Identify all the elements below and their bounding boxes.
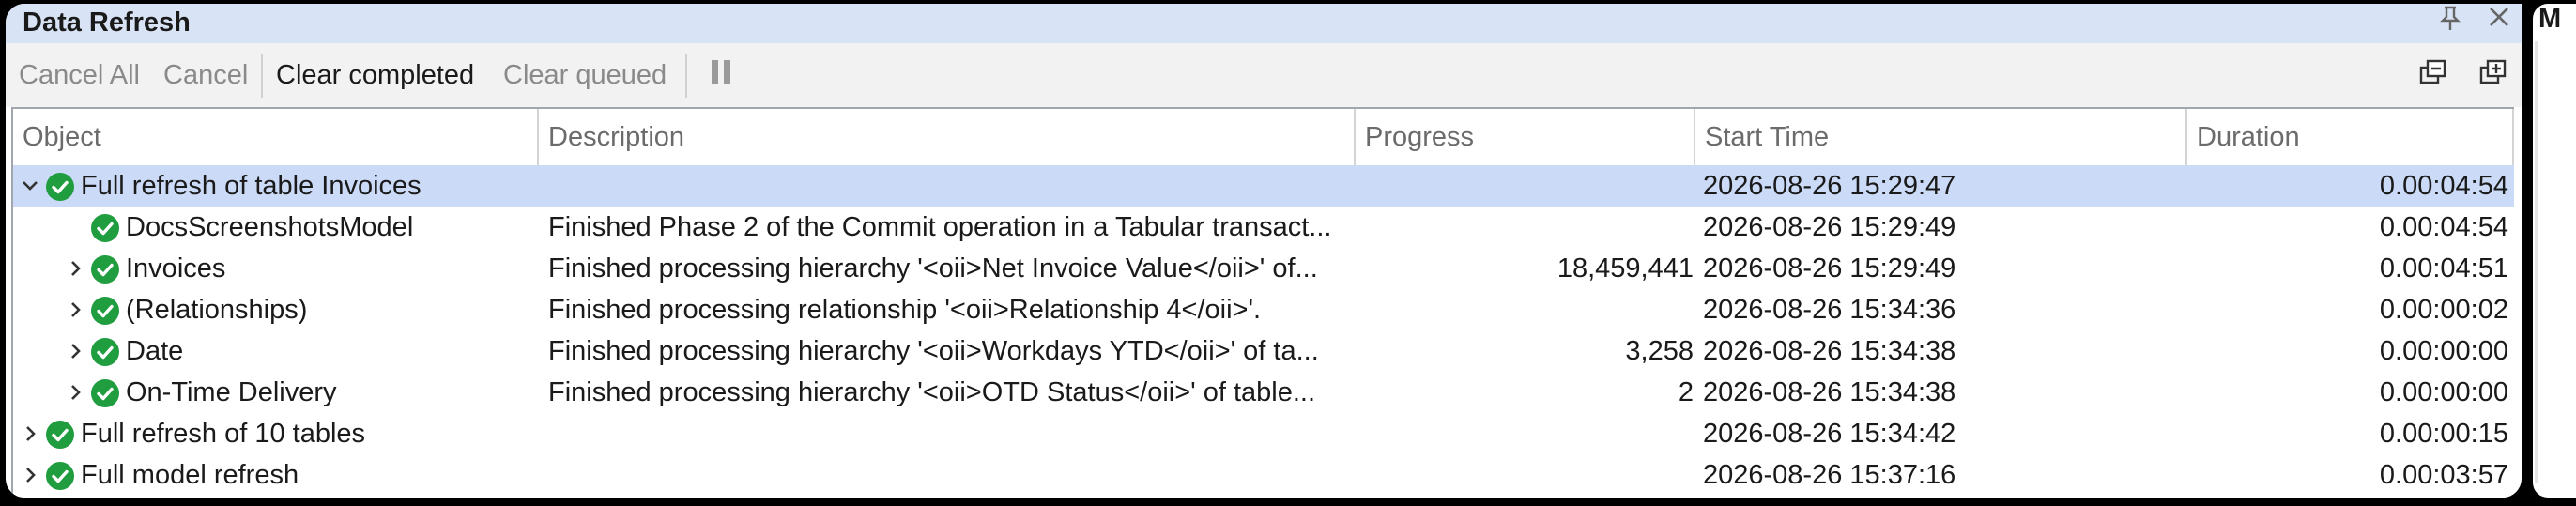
- cell-object: DocsScreenshotsModel: [126, 212, 414, 242]
- chevron-right-icon[interactable]: [64, 330, 86, 372]
- check-circle-icon: [90, 296, 120, 326]
- table-row[interactable]: Full model refresh 2026-08-26 15:37:16 0.0…: [13, 454, 2514, 496]
- refresh-grid: Object Description Progress Start Time D…: [11, 107, 2514, 498]
- check-circle-icon: [90, 337, 120, 367]
- cell-start-time: 2026-08-26 15:34:38: [1703, 336, 1956, 366]
- cell-description: Finished Phase 2 of the Commit operation…: [548, 212, 1332, 242]
- cell-object: Date: [126, 336, 184, 366]
- cell-description: Finished processing hierarchy '<oii>Net …: [548, 253, 1318, 284]
- cell-progress: [1365, 454, 1694, 496]
- chevron-right-icon[interactable]: [64, 248, 86, 289]
- table-row[interactable]: Date Finished processing hierarchy '<oii>…: [13, 330, 2514, 372]
- table-row[interactable]: Full refresh of table Invoices 2026-08-26…: [13, 165, 2514, 207]
- chevron-right-icon[interactable]: [64, 289, 86, 330]
- check-circle-icon: [90, 254, 120, 284]
- cell-start-time: 2026-08-26 15:29:47: [1703, 171, 1956, 201]
- cell-progress: [1365, 165, 1694, 207]
- cell-object: Full refresh of table Invoices: [81, 171, 422, 201]
- cell-start-time: 2026-08-26 15:37:16: [1703, 460, 1956, 490]
- toolbar-separator: [261, 54, 263, 98]
- cell-object: Full model refresh: [81, 460, 299, 490]
- column-header-object[interactable]: Object: [13, 109, 539, 165]
- cell-duration: 0.00:00:00: [2379, 377, 2508, 407]
- cell-progress: 3,258: [1625, 336, 1694, 366]
- chevron-right-icon[interactable]: [64, 372, 86, 413]
- cell-description: [548, 413, 1356, 454]
- chevron-right-icon[interactable]: [19, 454, 41, 496]
- cell-start-time: 2026-08-26 15:34:36: [1703, 295, 1956, 325]
- chevron-down-icon[interactable]: [19, 165, 41, 207]
- column-header-progress[interactable]: Progress: [1356, 109, 1695, 165]
- cell-duration: 0.00:04:54: [2379, 171, 2508, 201]
- check-circle-icon: [45, 172, 75, 202]
- cell-description: Finished processing hierarchy '<oii>OTD …: [548, 377, 1316, 407]
- toolbar-separator: [685, 54, 687, 98]
- cell-progress: [1365, 413, 1694, 454]
- cell-object: (Relationships): [126, 295, 308, 325]
- cell-duration: 0.00:04:54: [2379, 212, 2508, 242]
- table-row[interactable]: (Relationships) Finished processing relat…: [13, 289, 2514, 330]
- adjacent-panel: M: [2533, 4, 2576, 498]
- cancel-button[interactable]: Cancel: [163, 56, 248, 94]
- close-icon[interactable]: [2480, 4, 2518, 38]
- clear-completed-button[interactable]: Clear completed: [276, 56, 474, 94]
- cell-object: Invoices: [126, 253, 226, 284]
- table-row[interactable]: Invoices Finished processing hierarchy '<…: [13, 248, 2514, 289]
- cell-duration: 0.00:03:57: [2379, 460, 2508, 490]
- cell-start-time: 2026-08-26 15:34:38: [1703, 377, 1956, 407]
- cell-description: Finished processing relationship '<oii>R…: [548, 295, 1262, 325]
- table-row[interactable]: DocsScreenshotsModel Finished Phase 2 of …: [13, 207, 2514, 248]
- check-circle-icon: [90, 213, 120, 243]
- cell-description: [548, 165, 1356, 207]
- cell-object: On-Time Delivery: [126, 377, 337, 407]
- cell-start-time: 2026-08-26 15:29:49: [1703, 212, 1956, 242]
- cell-description: [548, 454, 1356, 496]
- cell-start-time: 2026-08-26 15:29:49: [1703, 253, 1956, 284]
- table-row[interactable]: On-Time Delivery Finished processing hier…: [13, 372, 2514, 413]
- column-header-description[interactable]: Description: [539, 109, 1356, 165]
- panel-title: Data Refresh: [23, 8, 191, 38]
- cell-duration: 0.00:00:02: [2379, 295, 2508, 325]
- grid-header: Object Description Progress Start Time D…: [13, 109, 2514, 167]
- clear-queued-button[interactable]: Clear queued: [503, 56, 667, 94]
- column-header-start-time[interactable]: Start Time: [1695, 109, 2187, 165]
- cell-start-time: 2026-08-26 15:34:42: [1703, 419, 1956, 449]
- data-refresh-panel: Data Refresh Cancel All Cancel Clear com…: [6, 4, 2522, 498]
- cell-object: Full refresh of 10 tables: [81, 419, 366, 449]
- chevron-right-icon[interactable]: [19, 413, 41, 454]
- cell-duration: 0.00:00:00: [2379, 336, 2508, 366]
- column-header-duration[interactable]: Duration: [2187, 109, 2514, 165]
- adjacent-panel-title: M: [2538, 4, 2562, 34]
- cell-description: Finished processing hierarchy '<oii>Work…: [548, 336, 1319, 366]
- cell-progress: [1365, 289, 1694, 330]
- cancel-all-button[interactable]: Cancel All: [19, 56, 140, 94]
- collapse-all-icon[interactable]: [2418, 58, 2450, 86]
- toolbar: Cancel All Cancel Clear completed Clear …: [6, 43, 2522, 107]
- pin-icon[interactable]: [2431, 4, 2469, 38]
- cell-duration: 0.00:04:51: [2379, 253, 2508, 284]
- cell-progress: 2: [1678, 377, 1694, 407]
- cell-progress: [1365, 207, 1694, 248]
- table-row[interactable]: Full refresh of 10 tables 2026-08-26 15:3…: [13, 413, 2514, 454]
- check-circle-icon: [90, 378, 120, 408]
- check-circle-icon: [45, 461, 75, 491]
- cell-duration: 0.00:00:15: [2379, 419, 2508, 449]
- expand-all-icon[interactable]: [2478, 58, 2510, 86]
- check-circle-icon: [45, 420, 75, 450]
- pause-icon[interactable]: [712, 60, 734, 84]
- cell-progress: 18,459,441: [1556, 253, 1694, 284]
- panel-titlebar: Data Refresh: [6, 4, 2522, 43]
- adjacent-panel-divider: [2535, 41, 2538, 483]
